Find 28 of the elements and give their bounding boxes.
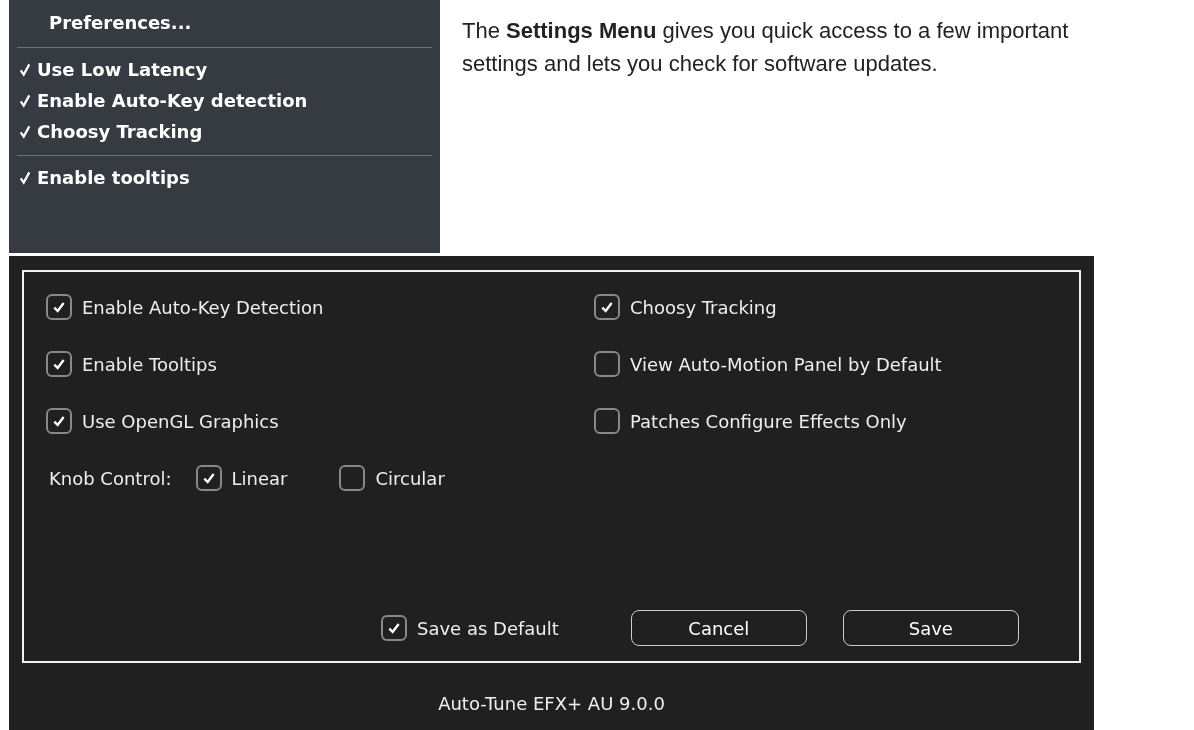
knob-control-label: Knob Control: (49, 467, 172, 489)
menu-item[interactable]: Preferences... (9, 6, 440, 39)
menu-item[interactable]: Use Low Latency (9, 54, 440, 85)
cancel-button[interactable]: Cancel (630, 610, 807, 646)
checkbox-label: View Auto-Motion Panel by Default (630, 353, 942, 375)
checkbox-label: Use OpenGL Graphics (82, 410, 279, 432)
checkbox-label: Choosy Tracking (630, 296, 777, 318)
menu-item[interactable]: Choosy Tracking (9, 116, 440, 147)
checkbox-label: Patches Configure Effects Only (630, 410, 907, 432)
checkbox[interactable] (195, 465, 222, 491)
save-button[interactable]: Save (842, 610, 1019, 646)
checkbox[interactable] (381, 615, 407, 641)
menu-item[interactable]: Enable tooltips (9, 162, 440, 193)
checkbox-label: Linear (231, 467, 288, 489)
version-text: Auto-Tune EFX+ AU 9.0.0 (437, 693, 666, 714)
description-text: The Settings Menu gives you quick access to a few important settings and lets you check for software updates. (462, 17, 1070, 78)
checkbox[interactable] (339, 465, 366, 491)
checkbox[interactable] (46, 408, 72, 434)
checkbox-label: Enable Tooltips (82, 353, 217, 375)
checkbox-label: Enable Auto-Key Detection (82, 296, 324, 318)
checkbox[interactable] (594, 408, 620, 434)
checkbox-label: Save as Default (417, 617, 559, 639)
checkbox[interactable] (46, 294, 72, 320)
checkbox[interactable] (594, 294, 620, 320)
checkbox[interactable] (594, 351, 620, 377)
checkbox-label: Circular (375, 467, 445, 489)
menu-item[interactable]: Enable Auto-Key detection (9, 85, 440, 116)
checkbox[interactable] (46, 351, 72, 377)
